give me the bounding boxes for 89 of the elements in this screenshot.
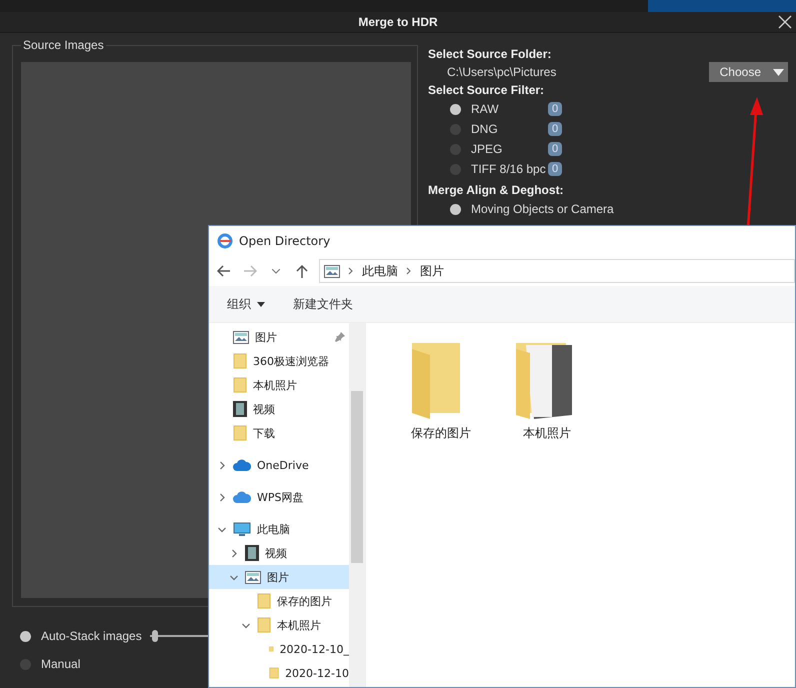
tree-item[interactable]: WPS网盘 bbox=[209, 485, 349, 509]
tree-item[interactable]: 此电脑 bbox=[209, 517, 349, 541]
cloud-icon bbox=[233, 459, 251, 471]
tree-label: 360极速浏览器 bbox=[253, 354, 329, 368]
tree-item[interactable]: 2020-12-10_ bbox=[209, 637, 349, 661]
count-badge: 0 bbox=[548, 102, 562, 116]
chevron-right-icon[interactable] bbox=[217, 492, 227, 502]
tree-item[interactable]: 图片 bbox=[209, 565, 349, 589]
new-folder-button[interactable]: 新建文件夹 bbox=[293, 296, 353, 312]
count-badge: 0 bbox=[548, 122, 562, 136]
tree-label: 视频 bbox=[253, 402, 275, 416]
folder-item[interactable]: 保存的图片 bbox=[402, 339, 480, 687]
window-title: Open Directory bbox=[239, 234, 330, 248]
tree-label: 2020-12-10 bbox=[285, 666, 349, 680]
choose-button[interactable]: Choose bbox=[708, 62, 788, 82]
section-label: Select Source Folder: bbox=[428, 46, 552, 63]
radio-button[interactable] bbox=[450, 204, 461, 214]
tree-label: WPS网盘 bbox=[257, 490, 304, 504]
folder-icon bbox=[233, 353, 247, 369]
tree-item[interactable]: 本机照片 bbox=[209, 613, 349, 637]
scrollbar[interactable] bbox=[349, 323, 365, 687]
breadcrumb-item[interactable]: 图片 bbox=[420, 262, 444, 280]
radio-label: TIFF 8/16 bpc bbox=[471, 162, 547, 176]
film-icon bbox=[245, 545, 259, 561]
tree-label: 图片 bbox=[255, 330, 277, 344]
tree-label: 本机照片 bbox=[253, 378, 297, 392]
chevron-down-icon[interactable] bbox=[241, 620, 251, 630]
tree-item[interactable]: OneDrive bbox=[209, 453, 349, 477]
tree-item[interactable]: 图片 bbox=[209, 325, 349, 349]
tree-label: 图片 bbox=[267, 570, 289, 584]
tree-label: 2020-12-10_ bbox=[280, 642, 349, 656]
radio-label: Manual bbox=[41, 657, 80, 671]
chevron-right-icon[interactable] bbox=[229, 548, 239, 558]
tree-item[interactable]: 视频 bbox=[209, 397, 349, 421]
tree-item[interactable]: 保存的图片 bbox=[209, 589, 349, 613]
folder-path: C:\Users\pc\Pictures bbox=[447, 65, 556, 79]
tree-item[interactable]: 360极速浏览器 bbox=[209, 349, 349, 373]
dropdown-caret-icon bbox=[257, 302, 265, 306]
radio-label: Moving Objects or Camera bbox=[471, 202, 614, 216]
chevron-right-icon bbox=[348, 267, 354, 275]
film-icon bbox=[233, 401, 247, 417]
radio-label: RAW bbox=[471, 102, 500, 116]
tree-label: 保存的图片 bbox=[277, 594, 332, 608]
folder-icon bbox=[233, 377, 247, 393]
chevron-down-icon[interactable] bbox=[217, 524, 227, 534]
tree-item[interactable]: 本机照片 bbox=[209, 373, 349, 397]
breadcrumb-item[interactable]: 此电脑 bbox=[362, 262, 398, 280]
group-legend: Source Images bbox=[21, 38, 106, 52]
radio-label: Auto-Stack images bbox=[41, 629, 142, 643]
folder-item[interactable]: 本机照片 bbox=[508, 339, 586, 687]
address-bar[interactable]: 此电脑 图片 bbox=[319, 259, 795, 283]
cloud-icon bbox=[233, 491, 251, 503]
folder-label: 本机照片 bbox=[523, 425, 571, 442]
chevron-right-icon bbox=[406, 267, 412, 275]
folder-icon bbox=[269, 665, 280, 681]
dialog-title: Merge to HDR bbox=[358, 15, 438, 29]
picture-icon bbox=[245, 570, 261, 584]
radio-button[interactable] bbox=[450, 124, 461, 134]
radio-label: JPEG bbox=[471, 142, 504, 156]
slider-thumb[interactable] bbox=[152, 630, 158, 642]
count-badge: 0 bbox=[548, 142, 562, 156]
chevron-down-icon[interactable] bbox=[229, 572, 239, 582]
picture-icon bbox=[233, 330, 249, 344]
tree-label: 视频 bbox=[265, 546, 287, 560]
radio-label: DNG bbox=[471, 122, 499, 136]
section-label: Select Source Filter: bbox=[428, 82, 546, 99]
tree-item[interactable]: 视频 bbox=[209, 541, 349, 565]
section-label: Merge Align & Deghost: bbox=[428, 182, 565, 199]
radio-button[interactable] bbox=[450, 104, 461, 114]
radio-button[interactable] bbox=[20, 630, 31, 642]
folder-icon bbox=[257, 617, 271, 633]
tree-label: OneDrive bbox=[257, 458, 309, 472]
dropdown-caret-icon bbox=[773, 68, 784, 76]
folder-icon bbox=[257, 593, 271, 609]
count-badge: 0 bbox=[548, 162, 562, 176]
computer-icon bbox=[233, 522, 251, 536]
folder-label: 保存的图片 bbox=[411, 425, 471, 442]
close-icon[interactable] bbox=[778, 15, 792, 29]
picture-icon bbox=[324, 264, 340, 278]
slider-track[interactable] bbox=[150, 630, 210, 642]
tree-label: 此电脑 bbox=[257, 522, 290, 536]
folder-icon bbox=[233, 425, 247, 441]
tree-item[interactable]: 2020-12-10 bbox=[209, 661, 349, 685]
chevron-right-icon[interactable] bbox=[217, 460, 227, 470]
organize-button[interactable]: 组织 bbox=[227, 296, 265, 312]
tree-item[interactable]: 下载 bbox=[209, 421, 349, 445]
tree-label: 下载 bbox=[253, 426, 275, 440]
app-logo-icon bbox=[217, 233, 233, 249]
tree-label: 本机照片 bbox=[277, 618, 321, 632]
